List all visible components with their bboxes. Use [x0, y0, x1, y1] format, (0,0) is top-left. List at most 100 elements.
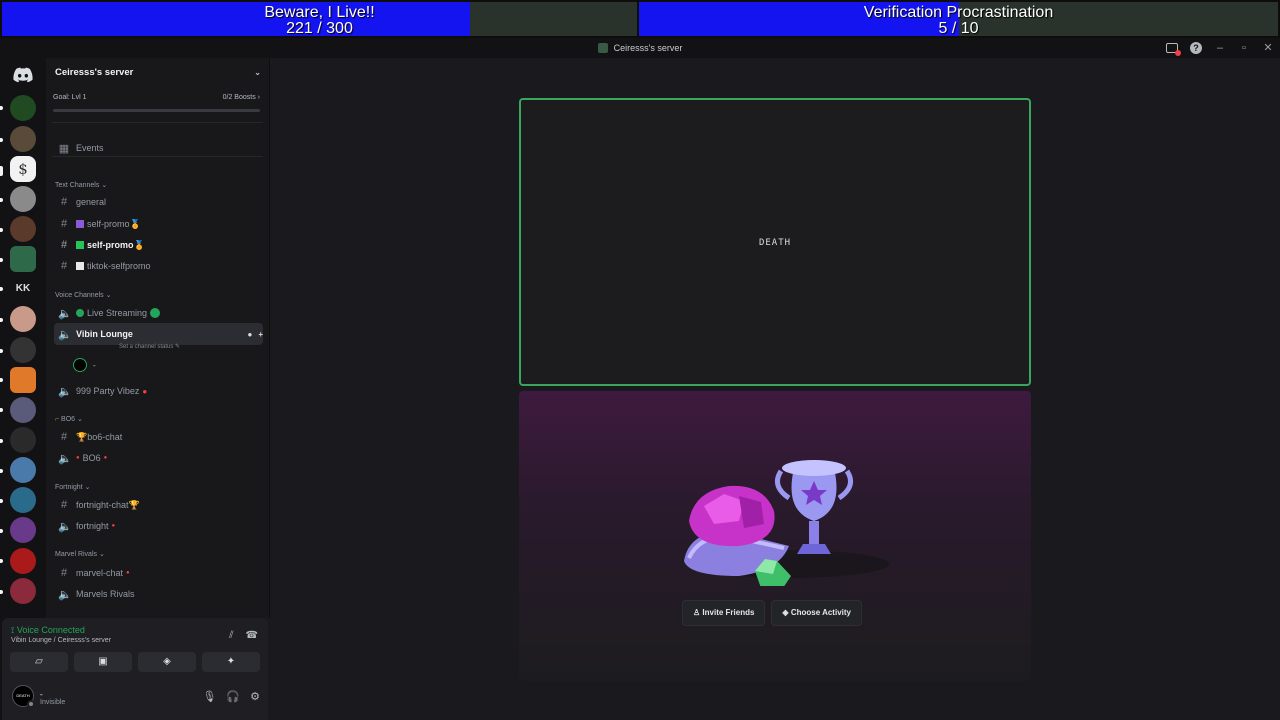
events-link[interactable]: ▦ Events: [54, 139, 263, 157]
participant-tile[interactable]: DEATH: [519, 98, 1031, 386]
channel-label: general: [76, 197, 107, 207]
screen-share-button[interactable]: ▣: [74, 652, 132, 672]
channel-fortnight-chat[interactable]: # fortnight-chat🏆: [54, 496, 263, 514]
channel-party-vibez[interactable]: 🔈 999 Party Vibez ●: [54, 382, 263, 400]
channel-self-promo-unread[interactable]: # self-promo🏅: [54, 236, 263, 254]
unread-pip: [0, 529, 3, 533]
server-icon[interactable]: [10, 95, 36, 121]
channel-live-streaming[interactable]: 🔈 Live Streaming: [54, 304, 263, 322]
channel-general[interactable]: # general: [54, 193, 263, 211]
server-icon[interactable]: [10, 306, 36, 332]
user-avatar[interactable]: DEATH: [12, 685, 35, 708]
soundboard-button[interactable]: ✦: [202, 652, 260, 672]
hash-icon: #: [60, 218, 68, 230]
invite-friends-button[interactable]: ♙ Invite Friends: [682, 600, 766, 626]
voice-connected-status[interactable]: ⟟ Voice Connected: [11, 625, 85, 636]
server-icon-selected[interactable]: $: [10, 156, 36, 182]
server-icon[interactable]: [10, 337, 36, 363]
chat-bubble-icon[interactable]: ●: [247, 330, 252, 339]
green-circle-icon: [76, 309, 84, 317]
unread-pip: [0, 378, 3, 382]
server-icon[interactable]: [10, 126, 36, 152]
server-icon[interactable]: [10, 367, 36, 393]
server-icon[interactable]: [10, 186, 36, 212]
microphone-icon[interactable]: 🎙: [202, 690, 216, 703]
gear-icon[interactable]: ⚙: [250, 690, 260, 703]
voice-member[interactable]: -: [73, 358, 96, 372]
maximize-button[interactable]: ▫: [1238, 41, 1250, 55]
chevron-down-icon: ⌄: [98, 551, 105, 558]
channel-label: self-promo🏅: [87, 218, 141, 229]
channel-fortnight-voice[interactable]: 🔈 fortnight ●: [54, 517, 263, 535]
server-icon[interactable]: [10, 578, 36, 604]
server-icon[interactable]: [10, 246, 36, 272]
server-icon[interactable]: [10, 548, 36, 574]
channel-bo6-voice[interactable]: 🔈 ● BO6 ●: [54, 449, 263, 467]
red-dot-icon: ●: [76, 455, 80, 461]
channel-label: BO6: [82, 453, 101, 463]
speaker-icon: 🔈: [58, 307, 72, 320]
add-member-icon[interactable]: +: [258, 330, 263, 339]
channel-self-promo[interactable]: # self-promo🏅: [54, 215, 263, 233]
unread-pip: [0, 106, 3, 110]
channel-sidebar: Ceiresss's server ⌄ Goal: Lvl 1 0/2 Boos…: [46, 58, 270, 618]
channel-marvels-rivals-voice[interactable]: 🔈 Marvels Rivals: [54, 585, 263, 603]
channel-vibin-lounge[interactable]: 🔈 Vibin Lounge ● +: [54, 323, 263, 345]
unread-pip: [0, 439, 3, 443]
hash-icon: #: [60, 431, 68, 443]
goal-2-title: Verification Procrastination: [863, 4, 1054, 21]
voice-channel-path[interactable]: Vibin Lounge / Ceiresss's server: [11, 637, 111, 644]
server-icon[interactable]: [10, 487, 36, 513]
channel-label: Vibin Lounge: [76, 329, 133, 339]
category-marvel-rivals[interactable]: Marvel Rivals ⌄: [55, 550, 105, 558]
help-icon[interactable]: ?: [1190, 42, 1202, 54]
user-status: Invisible: [40, 699, 66, 706]
server-icon[interactable]: [10, 457, 36, 483]
voice-stage: DEATH ♙ Invite Friends ◈ Choose Activity: [270, 58, 1280, 720]
category-bo6[interactable]: ⌐ BO6 ⌄: [55, 415, 83, 423]
server-icon[interactable]: [10, 397, 36, 423]
hash-icon: #: [60, 239, 68, 251]
hash-icon: #: [60, 260, 68, 272]
category-text-channels[interactable]: Text Channels ⌄: [55, 181, 107, 189]
calendar-icon: ▦: [58, 142, 70, 155]
channel-bo6-chat[interactable]: # 🏆bo6-chat: [54, 428, 263, 446]
video-button[interactable]: ▱: [10, 652, 68, 672]
minimize-button[interactable]: –: [1214, 41, 1226, 55]
disconnect-icon[interactable]: ☎: [246, 630, 258, 641]
noise-suppression-icon[interactable]: ⫽: [229, 630, 233, 641]
category-text-channels-label: Text Channels: [55, 182, 100, 189]
close-button[interactable]: ✕: [1262, 41, 1274, 55]
selected-pip: [0, 166, 3, 176]
add-user-icon: ♙: [693, 608, 701, 617]
inbox-icon[interactable]: [1166, 43, 1181, 56]
trophy-illustration-icon: [684, 460, 889, 586]
choose-activity-button[interactable]: ◈ Choose Activity: [771, 600, 862, 626]
channel-label: self-promo🏅: [87, 239, 145, 250]
category-voice-channels[interactable]: Voice Channels ⌄: [55, 291, 111, 299]
server-thumbnail-icon: [597, 43, 608, 53]
red-heart-icon: ●: [142, 386, 148, 396]
headphones-icon[interactable]: 🎧: [226, 690, 240, 703]
channel-marvel-chat[interactable]: # marvel-chat ●: [54, 564, 263, 582]
boost-progress-bar: [53, 109, 260, 112]
server-icon[interactable]: [10, 216, 36, 242]
activity-button[interactable]: ◈: [138, 652, 196, 672]
speaker-icon: 🔈: [58, 520, 72, 533]
channel-status-hint[interactable]: Set a channel status ✎: [119, 343, 180, 350]
pencil-icon: ✎: [175, 344, 181, 350]
boost-goal[interactable]: Goal: Lvl 1 0/2 Boosts ›: [46, 86, 269, 112]
chevron-down-icon: ⌄: [101, 182, 108, 189]
unread-pip: [0, 287, 3, 291]
server-icon-kk[interactable]: KK: [10, 276, 36, 302]
server-icon[interactable]: [10, 427, 36, 453]
hash-icon: #: [60, 567, 68, 579]
speaker-icon: 🔈: [58, 452, 72, 465]
speaker-icon: 🔈: [58, 385, 72, 398]
category-fortnight[interactable]: Fortnight ⌄: [55, 483, 90, 491]
channel-tiktok-selfpromo[interactable]: # tiktok-selfpromo: [54, 257, 263, 275]
voice-connected-label: Voice Connected: [16, 625, 85, 635]
server-icon[interactable]: [10, 517, 36, 543]
discord-home-icon[interactable]: [13, 67, 33, 83]
server-header[interactable]: Ceiresss's server ⌄: [46, 58, 269, 86]
